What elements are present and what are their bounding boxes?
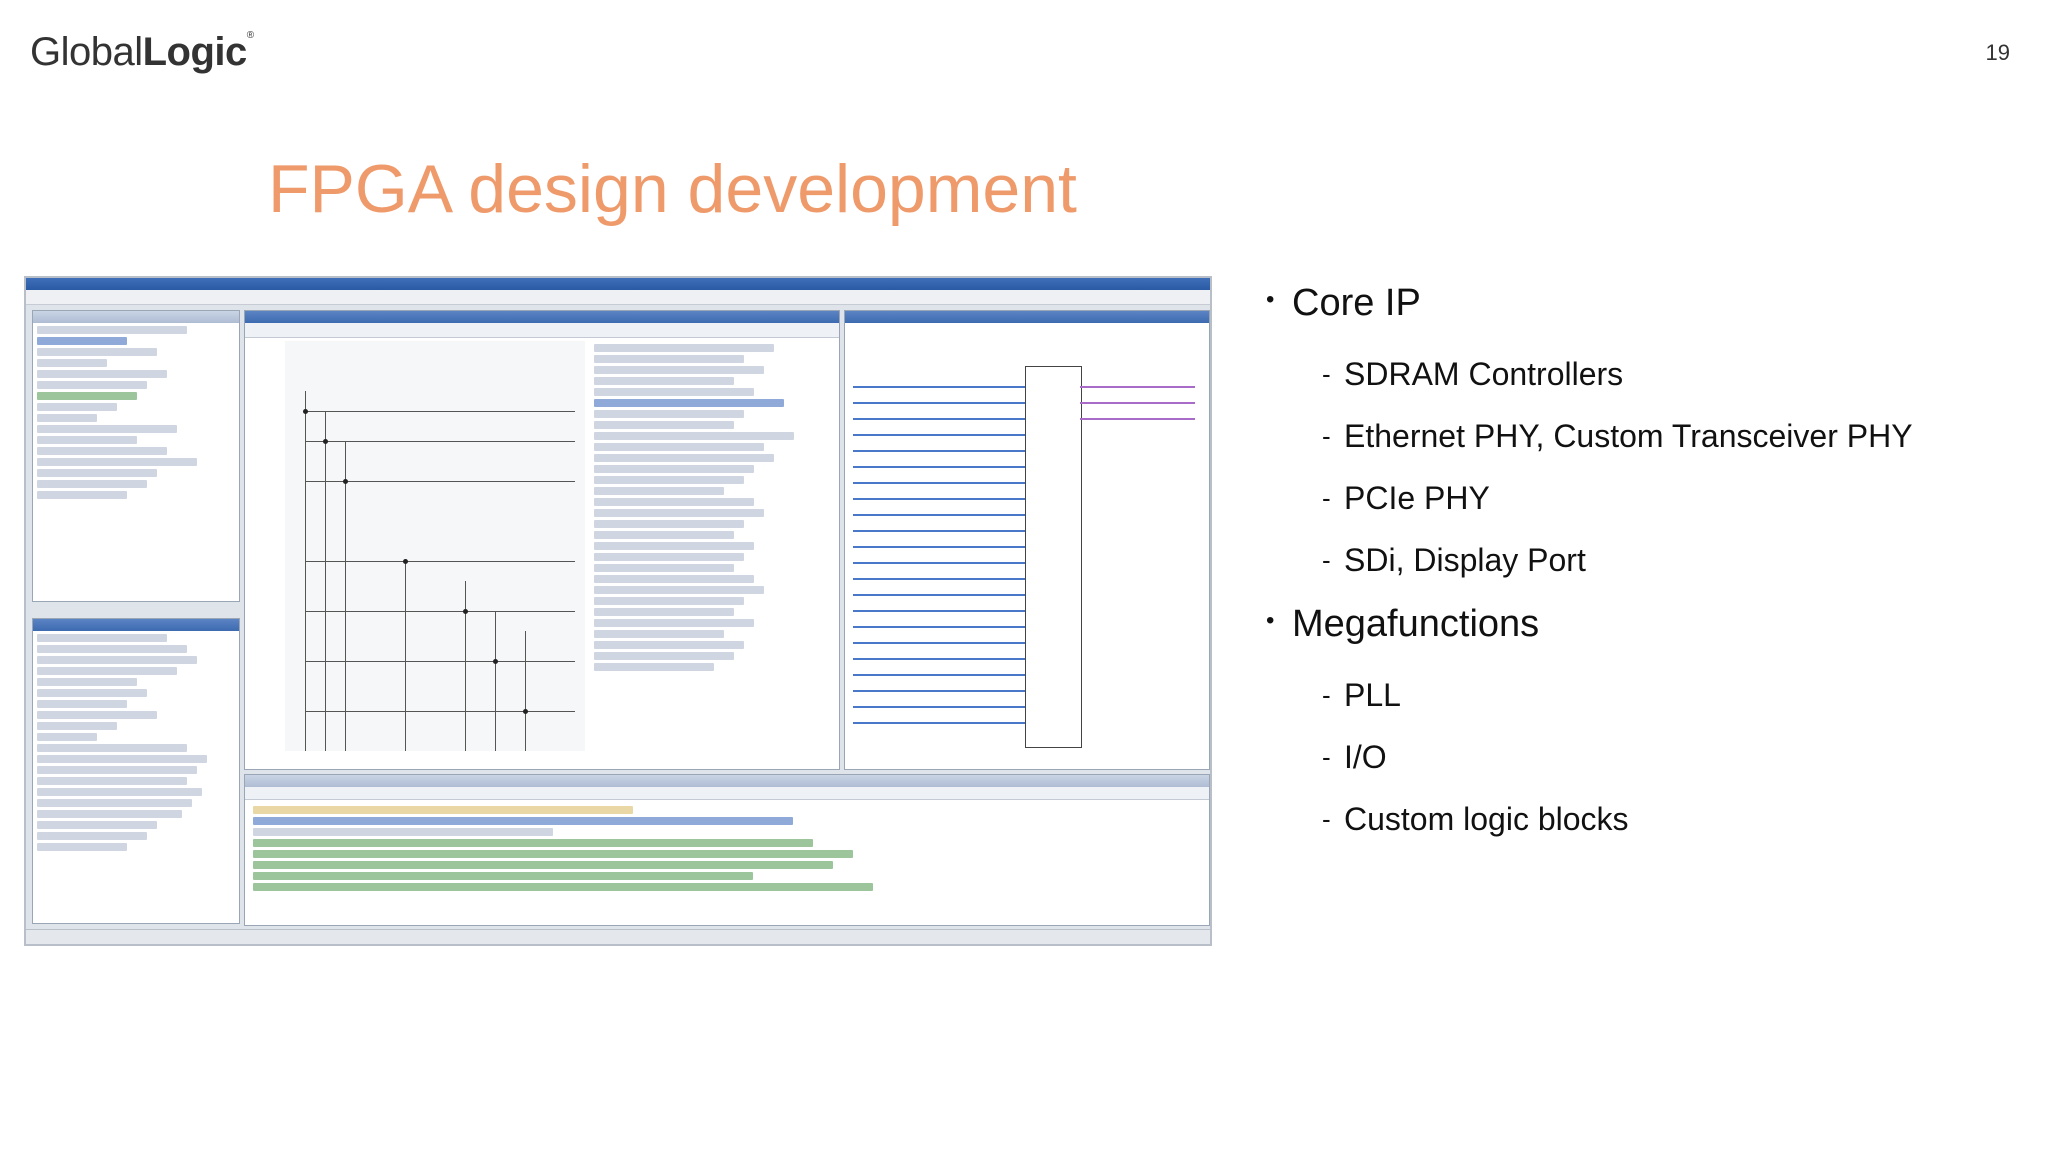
bullet-list: Core IP SDRAM Controllers Ethernet PHY, … (1266, 282, 2006, 862)
hierarchy-pane (32, 618, 240, 924)
project-pane (32, 310, 240, 602)
page-number: 19 (1985, 40, 2010, 65)
schematic-pane (844, 310, 1210, 770)
bullet-core-ip: Core IP (1266, 282, 2006, 325)
sub-bullet: I/O (1266, 738, 2006, 776)
messages-pane (244, 774, 1210, 926)
bullet-megafunctions: Megafunctions (1266, 603, 2006, 646)
sub-bullet: SDRAM Controllers (1266, 355, 2006, 393)
sub-bullet: Custom logic blocks (1266, 800, 2006, 838)
screenshot-titlebar (26, 278, 1210, 290)
globallogic-logo: GlobalLogic® (30, 30, 254, 74)
sub-bullet: Ethernet PHY, Custom Transceiver PHY (1266, 417, 2006, 455)
screenshot-statusbar (26, 929, 1210, 944)
system-contents-pane (244, 310, 840, 770)
sub-bullet: PLL (1266, 676, 2006, 714)
sub-bullet: SDi, Display Port (1266, 541, 2006, 579)
sub-bullet: PCIe PHY (1266, 479, 2006, 517)
screenshot-menubar (26, 290, 1210, 305)
qsys-screenshot-image (24, 276, 1212, 946)
slide-title: FPGA design development (268, 151, 1077, 227)
